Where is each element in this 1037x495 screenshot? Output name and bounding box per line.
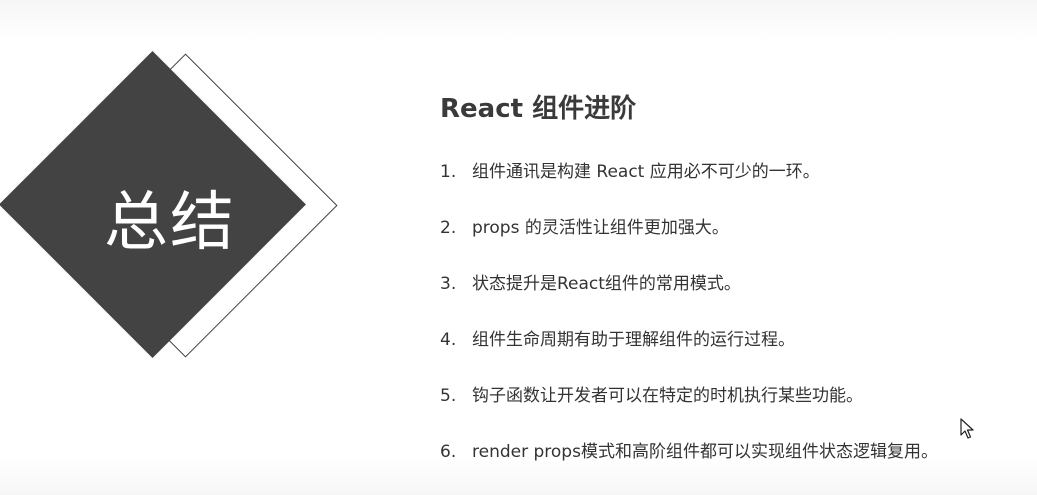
list-item-text: 组件生命周期有助于理解组件的运行过程。 (472, 330, 795, 350)
mouse-pointer-icon (960, 418, 974, 439)
list-item-text: 钩子函数让开发者可以在特定的时机执行某些功能。 (472, 386, 863, 406)
list-item-text: render props模式和高阶组件都可以实现组件状态逻辑复用。 (472, 442, 938, 462)
badge-title: 总结 (104, 186, 236, 260)
list-item-number: 6. (440, 442, 457, 462)
list-item-number: 3. (440, 274, 457, 294)
list-item: 4. 组件生命周期有助于理解组件的运行过程。 (440, 326, 938, 354)
list-item-number: 4. (440, 330, 457, 350)
list-item: 3. 状态提升是React组件的常用模式。 (440, 270, 938, 298)
list-item: 1. 组件通讯是构建 React 应用必不可少的一环。 (440, 158, 938, 186)
slide: 总结 React 组件进阶 1. 组件通讯是构建 React 应用必不可少的一环。… (0, 0, 1037, 495)
section-title: React 组件进阶 (440, 94, 637, 124)
list-item-text: props 的灵活性让组件更加强大。 (472, 218, 729, 238)
list-item-text: 状态提升是React组件的常用模式。 (472, 274, 741, 294)
list-item: 5. 钩子函数让开发者可以在特定的时机执行某些功能。 (440, 382, 938, 410)
list-item: 6. render props模式和高阶组件都可以实现组件状态逻辑复用。 (440, 438, 938, 466)
list-item-text: 组件通讯是构建 React 应用必不可少的一环。 (472, 162, 820, 182)
list-item-number: 5. (440, 386, 457, 406)
list-item-number: 2. (440, 218, 457, 238)
list-item: 2. props 的灵活性让组件更加强大。 (440, 214, 938, 242)
list-item-number: 1. (440, 162, 457, 182)
summary-list: 1. 组件通讯是构建 React 应用必不可少的一环。 2. props 的灵活性让… (440, 158, 938, 494)
